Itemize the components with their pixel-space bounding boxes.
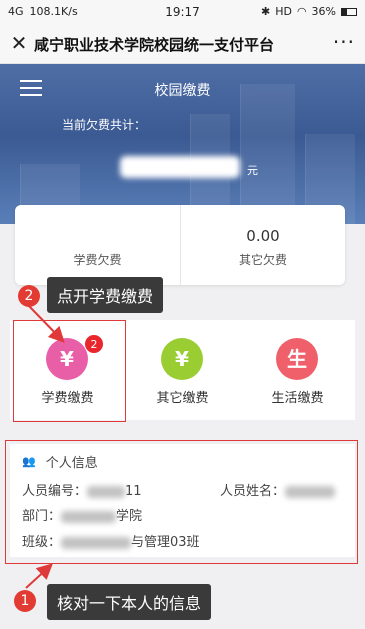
battery-percent: 36%: [311, 5, 336, 18]
tooltip-check-info: 核对一下本人的信息: [47, 584, 212, 620]
owed-unit: 元: [247, 164, 258, 177]
tooltip-open-tuition: 点开学费缴费: [47, 277, 164, 313]
yen-icon: ¥: [161, 338, 203, 380]
building-decoration: [240, 84, 295, 224]
highlight-personal-info: [5, 440, 358, 564]
service-other-label: 其它缴费: [156, 391, 209, 406]
owed-summary-card: 学费欠费 0.00 其它欠费: [15, 205, 345, 285]
service-other[interactable]: ¥ 其它缴费: [125, 320, 240, 420]
page-title: 咸宁职业技术学院校园统一支付平台: [34, 36, 275, 54]
tuition-owed: 学费欠费: [15, 205, 180, 285]
browser-titlebar: ✕ 咸宁职业技术学院校园统一支付平台 ···: [0, 24, 365, 64]
other-owed-label: 其它欠费: [238, 253, 287, 267]
service-living[interactable]: 生 生活缴费: [240, 320, 355, 420]
status-bar: 4G 108.1K/s 19:17 ✱ HD ◠ 36%: [0, 0, 365, 24]
highlight-tuition: [13, 320, 126, 422]
wifi-icon: ◠: [296, 5, 307, 18]
payment-banner: 校园缴费 当前欠费共计： 元: [0, 64, 365, 224]
tuition-owed-label: 学费欠费: [73, 253, 122, 267]
service-living-label: 生活缴费: [271, 391, 324, 406]
banner-title: 校园缴费: [154, 83, 211, 99]
other-owed-value: 0.00: [246, 227, 280, 245]
close-icon[interactable]: ✕: [8, 32, 30, 54]
bluetooth-icon: ✱: [260, 5, 271, 18]
other-owed: 0.00 其它欠费: [180, 205, 345, 285]
owed-total-amount-redacted: [120, 156, 240, 178]
owed-total-label: 当前欠费共计：: [62, 118, 147, 132]
step-1-marker: 1: [14, 590, 36, 612]
step-2-marker: 2: [18, 285, 40, 307]
hd-indicator: HD: [275, 5, 292, 18]
shop-icon: 生: [276, 338, 318, 380]
battery-icon: [341, 7, 357, 16]
more-options-icon[interactable]: ···: [333, 30, 355, 54]
